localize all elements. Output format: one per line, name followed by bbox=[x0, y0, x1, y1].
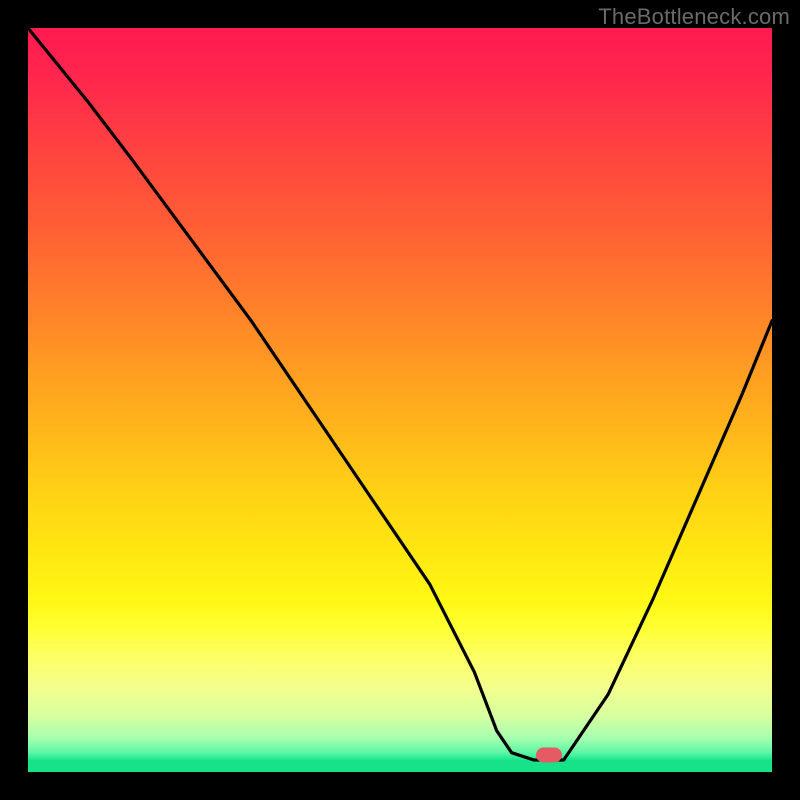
plot-area bbox=[28, 28, 772, 772]
bottleneck-curve bbox=[28, 28, 772, 772]
chart-container: TheBottleneck.com bbox=[0, 0, 800, 800]
curve-path bbox=[28, 28, 772, 760]
optimal-point-marker bbox=[536, 747, 562, 762]
watermark-text: TheBottleneck.com bbox=[598, 4, 790, 30]
